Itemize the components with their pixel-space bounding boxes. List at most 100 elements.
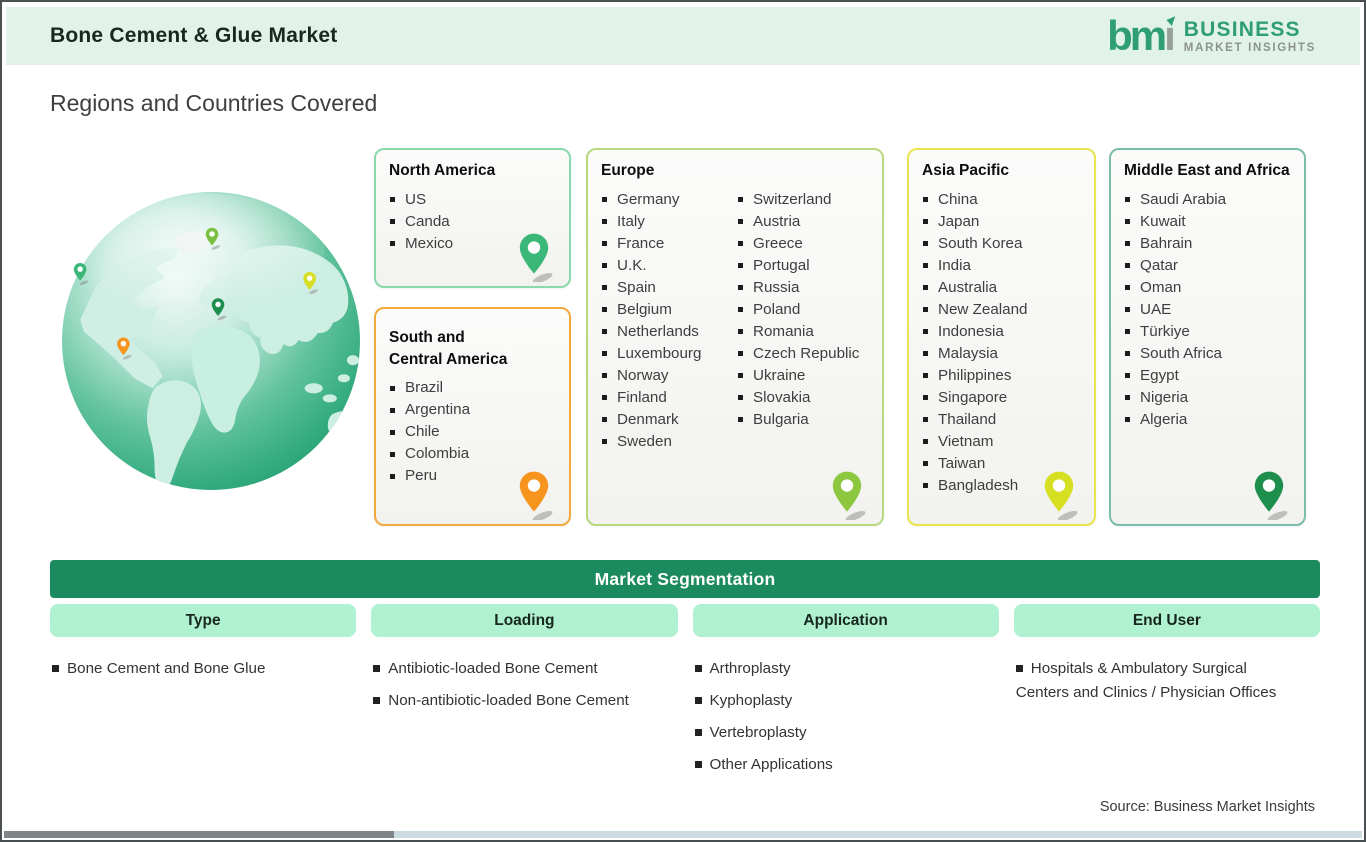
- bmi-logo: bm ı BUSINESS MARKET INSIGHTS: [1107, 13, 1316, 56]
- header-bar: Bone Cement & Glue Market bm ı BUSINESS M…: [6, 7, 1360, 65]
- country-item: Brazil: [387, 377, 558, 399]
- segment-header-pill: Application: [692, 604, 999, 637]
- country-item: U.K.: [599, 255, 735, 277]
- bullet-square-icon: [602, 329, 607, 335]
- country-item: Bulgaria: [735, 409, 871, 431]
- country-item: Italy: [599, 211, 735, 233]
- bullet-square-icon: [923, 351, 928, 357]
- bullet-square-icon: [738, 373, 743, 379]
- bullet-square-icon: [602, 439, 607, 445]
- scrollbar-thumb[interactable]: [4, 831, 394, 838]
- horizontal-scrollbar[interactable]: [4, 831, 1362, 838]
- segmentation-grid: Type Bone Cement and Bone Glue Loading Anti…: [50, 604, 1320, 785]
- country-item: Thailand: [920, 409, 1083, 431]
- segment-column-type: Type Bone Cement and Bone Glue: [50, 604, 357, 785]
- bullet-square-icon: [923, 219, 928, 225]
- bullet-square-icon: [738, 417, 743, 423]
- bullet-square-icon: [1125, 351, 1130, 357]
- country-item: Türkiye: [1122, 321, 1293, 343]
- bullet-square-icon: [602, 417, 607, 423]
- bullet-square-icon: [602, 285, 607, 291]
- infographic-page: Bone Cement & Glue Market bm ı BUSINESS M…: [0, 0, 1366, 842]
- bullet-square-icon: [390, 219, 395, 225]
- country-item: South Africa: [1122, 343, 1293, 365]
- source-note: Source: Business Market Insights: [1099, 799, 1315, 815]
- bmi-logo-mark: bm ı: [1107, 13, 1179, 56]
- country-item: Indonesia: [920, 321, 1083, 343]
- bullet-square-icon: [923, 417, 928, 423]
- segment-item: Non-antibiotic-loaded Bone Cement: [373, 689, 677, 713]
- country-item: Nigeria: [1122, 387, 1293, 409]
- country-item: Luxembourg: [599, 343, 735, 365]
- bullet-square-icon: [923, 395, 928, 401]
- bullet-square-icon: [1125, 417, 1130, 423]
- bullet-square-icon: [390, 385, 395, 391]
- country-item: Philippines: [920, 365, 1083, 387]
- bullet-square-icon: [738, 329, 743, 335]
- region-title: South and Central America: [389, 329, 508, 368]
- bullet-square-icon: [602, 307, 607, 313]
- country-item: Qatar: [1122, 255, 1293, 277]
- segment-column-application: Application Arthroplasty Kyphoplasty Verteb…: [692, 604, 999, 785]
- bullet-square-icon: [923, 285, 928, 291]
- bullet-square-icon: [373, 665, 381, 673]
- country-item: Japan: [920, 211, 1083, 233]
- country-item: Argentina: [387, 399, 558, 421]
- bullet-square-icon: [738, 395, 743, 401]
- country-item: Slovakia: [735, 387, 871, 409]
- bullet-square-icon: [390, 407, 395, 413]
- country-item: Colombia: [387, 443, 558, 465]
- bullet-square-icon: [390, 429, 395, 435]
- bullet-square-icon: [738, 241, 743, 247]
- country-item: Australia: [920, 277, 1083, 299]
- country-item: Ukraine: [735, 365, 871, 387]
- bullet-square-icon: [738, 285, 743, 291]
- segment-header-pill: Type: [50, 604, 357, 637]
- country-item: UAE: [1122, 299, 1293, 321]
- section-title: Regions and Countries Covered: [50, 90, 378, 116]
- bullet-square-icon: [602, 373, 607, 379]
- country-item: Sweden: [599, 431, 735, 453]
- region-card-middle-east-africa: Middle East and Africa Saudi Arabia Kuwait…: [1109, 148, 1306, 526]
- country-item: Chile: [387, 421, 558, 443]
- bullet-square-icon: [694, 697, 702, 705]
- bullet-square-icon: [694, 761, 702, 769]
- region-title: Europe: [601, 162, 655, 179]
- bullet-square-icon: [1125, 241, 1130, 247]
- bullet-square-icon: [923, 439, 928, 445]
- logo-arrow-icon: [1166, 13, 1179, 26]
- location-pin-icon: [519, 471, 553, 520]
- bullet-square-icon: [390, 197, 395, 203]
- country-item: South Korea: [920, 233, 1083, 255]
- country-item: Vietnam: [920, 431, 1083, 453]
- location-pin-icon: [519, 233, 553, 282]
- country-item: China: [920, 189, 1083, 211]
- segment-item: Kyphoplasty: [694, 689, 999, 713]
- region-card-asia-pacific: Asia Pacific China Japan South Korea India Au…: [907, 148, 1096, 526]
- location-pin-icon: [832, 471, 866, 520]
- country-item: Saudi Arabia: [1122, 189, 1293, 211]
- bullet-square-icon: [1015, 665, 1023, 673]
- bullet-square-icon: [923, 461, 928, 467]
- bullet-square-icon: [390, 473, 395, 479]
- bullet-square-icon: [1125, 219, 1130, 225]
- segment-column-end-user: End User Hospitals & Ambulatory Surgical …: [1013, 604, 1320, 785]
- region-card-europe: Europe Germany Italy France U.K. Spain Belgium…: [586, 148, 884, 526]
- bullet-square-icon: [1125, 263, 1130, 269]
- bullet-square-icon: [694, 665, 702, 673]
- country-item: Portugal: [735, 255, 871, 277]
- country-item: France: [599, 233, 735, 255]
- country-item: New Zealand: [920, 299, 1083, 321]
- bullet-square-icon: [1125, 197, 1130, 203]
- location-pin-icon: [1044, 471, 1078, 520]
- country-item: Denmark: [599, 409, 735, 431]
- logo-line2: MARKET INSIGHTS: [1183, 41, 1316, 54]
- report-title: Bone Cement & Glue Market: [50, 23, 338, 47]
- bullet-square-icon: [52, 665, 59, 673]
- region-title: Middle East and Africa: [1124, 162, 1290, 179]
- bullet-square-icon: [1125, 329, 1130, 335]
- bullet-square-icon: [602, 197, 607, 203]
- segment-column-loading: Loading Antibiotic-loaded Bone Cement Non-…: [371, 604, 678, 785]
- country-item: Greece: [735, 233, 871, 255]
- region-card-south-central-america: South and Central America Brazil Argentina C…: [374, 307, 571, 526]
